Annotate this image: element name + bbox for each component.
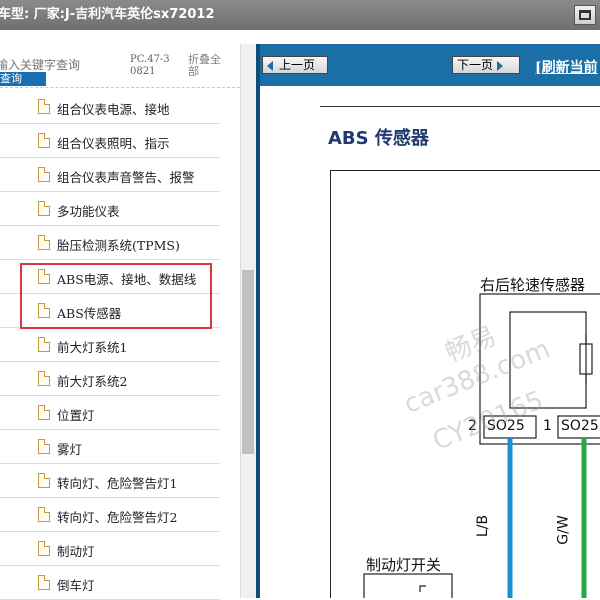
tree-item-13[interactable]: 转向灯、危险警告灯2 [0, 498, 220, 532]
tree-item-8[interactable]: 前大灯系统1 [0, 328, 220, 362]
window-title: 车型: 厂家:J-吉利汽车英伦sx72012 [0, 7, 215, 22]
query-button[interactable]: 查询 [0, 72, 46, 86]
search-bar: 查询 PC.47-30821 折叠全部 [0, 44, 240, 88]
tree-item-4[interactable]: 多功能仪表 [0, 192, 220, 226]
scrollbar-thumb[interactable] [242, 270, 254, 454]
brake-switch-box [363, 573, 453, 598]
tree-item-label: 位置灯 [57, 408, 95, 423]
document-icon [38, 133, 50, 148]
window-icon [579, 10, 591, 20]
wire-lb-label: L/B [475, 514, 492, 538]
pin-1-label: 1 [543, 418, 552, 434]
document-icon [38, 371, 50, 386]
document-icon [38, 575, 50, 590]
document-icon [38, 337, 50, 352]
restore-window-button[interactable] [574, 5, 596, 25]
tree-item-label: 前大灯系统2 [57, 374, 128, 389]
brake-switch-label: 制动灯开关 [366, 556, 442, 574]
tree-item-label: 制动灯 [57, 544, 95, 559]
tree-item-label: 前大灯系统1 [57, 340, 128, 355]
toolbar-band [0, 30, 600, 44]
tree-item-1[interactable]: 组合仪表电源、接地 [0, 90, 220, 124]
tree-item-label: 组合仪表照明、指示 [57, 136, 170, 151]
tree-item-5[interactable]: 胎压检测系统(TPMS) [0, 226, 220, 260]
tree-item-3[interactable]: 组合仪表声音警告、报警 [0, 158, 220, 192]
document-icon [38, 507, 50, 522]
document-icon [38, 541, 50, 556]
title-bar: 车型: 厂家:J-吉利汽车英伦sx72012 [0, 0, 600, 30]
tree-item-14[interactable]: 制动灯 [0, 532, 220, 566]
wire-gw-label: G/W [555, 515, 572, 545]
document-icon [38, 201, 50, 216]
document-icon [38, 405, 50, 420]
document-icon [38, 473, 50, 488]
document-icon [38, 235, 50, 250]
document-panel: 上一页 下一页 [刷新当前 ABS 传感器 右后轮速传感器 2 SO25 1 S… [260, 44, 600, 598]
highlight-box [20, 263, 212, 329]
tree-item-label: 雾灯 [57, 442, 83, 457]
tree-item-label: 转向灯、危险警告灯2 [57, 510, 178, 525]
tree-item-label: 多功能仪表 [57, 204, 120, 219]
tree-item-9[interactable]: 前大灯系统2 [0, 362, 220, 396]
document-icon [38, 439, 50, 454]
collapse-all-link[interactable]: 折叠全部 [188, 54, 228, 78]
tree-item-15[interactable]: 倒车灯 [0, 566, 220, 600]
connector-b-label: SO25 [561, 418, 599, 434]
wiring-diagram [363, 293, 600, 598]
tree-item-label: 组合仪表电源、接地 [57, 102, 170, 117]
tree-item-label: 胎压检测系统(TPMS) [57, 238, 180, 253]
document-icon [38, 99, 50, 114]
tree-item-2[interactable]: 组合仪表照明、指示 [0, 124, 220, 158]
document-icon [38, 167, 50, 182]
tree-item-10[interactable]: 位置灯 [0, 396, 220, 430]
tree-item-label: 倒车灯 [57, 578, 95, 593]
pc-code: PC.47-30821 [130, 54, 170, 77]
search-input[interactable] [0, 57, 120, 73]
tree-item-12[interactable]: 转向灯、危险警告灯1 [0, 464, 220, 498]
tree-item-label: 组合仪表声音警告、报警 [57, 170, 195, 185]
sensor-label: 右后轮速传感器 [480, 276, 586, 294]
tree-item-11[interactable]: 雾灯 [0, 430, 220, 464]
tree-item-label: 转向灯、危险警告灯1 [57, 476, 178, 491]
